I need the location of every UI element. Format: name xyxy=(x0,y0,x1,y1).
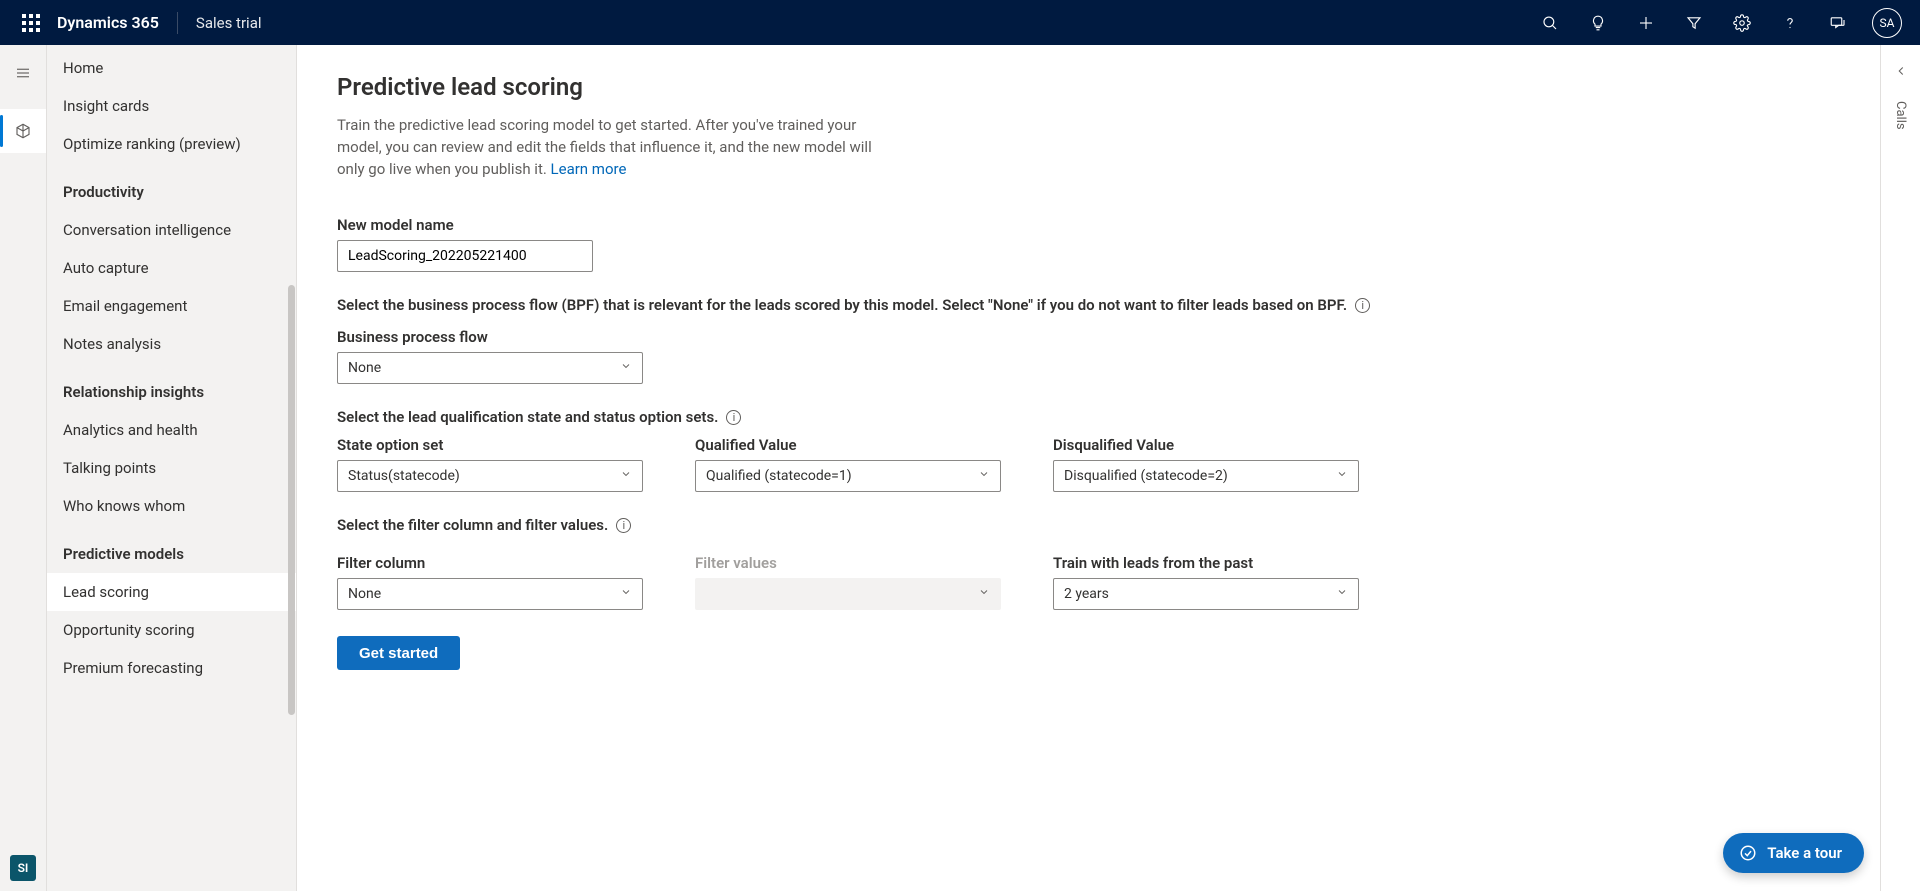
funnel-icon xyxy=(1685,14,1703,32)
help-icon xyxy=(1781,14,1799,32)
train-period-label: Train with leads from the past xyxy=(1053,554,1359,572)
nav-group: Predictive models xyxy=(47,525,296,573)
global-topbar: Dynamics 365 Sales trial SA xyxy=(0,0,1920,45)
new-model-name-input[interactable] xyxy=(337,240,593,272)
train-period-value: 2 years xyxy=(1064,586,1109,602)
bpf-label: Business process flow xyxy=(337,328,1840,346)
info-icon[interactable]: i xyxy=(726,410,741,425)
chevron-down-icon xyxy=(1336,586,1348,602)
checkmark-circle-icon xyxy=(1739,844,1757,862)
rail-menu-button[interactable] xyxy=(0,51,46,95)
app-launcher-button[interactable] xyxy=(8,0,53,45)
right-panel-tab-calls[interactable]: Calls xyxy=(1893,101,1908,130)
sidenav-scrollbar[interactable] xyxy=(288,285,295,715)
take-tour-fab[interactable]: Take a tour xyxy=(1723,833,1864,873)
nav-item[interactable]: Who knows whom xyxy=(47,487,296,525)
search-button[interactable] xyxy=(1526,0,1574,45)
nav-item[interactable]: Analytics and health xyxy=(47,411,296,449)
info-icon[interactable]: i xyxy=(616,518,631,533)
lightbulb-icon xyxy=(1589,14,1607,32)
topbar-divider xyxy=(177,12,178,34)
rail-insights-button[interactable] xyxy=(0,109,46,153)
bpf-select-value: None xyxy=(348,360,381,376)
environment-name[interactable]: Sales trial xyxy=(182,14,262,32)
chat-icon xyxy=(1829,14,1847,32)
qualified-value-label: Qualified Value xyxy=(695,436,1001,454)
chevron-down-icon xyxy=(620,586,632,602)
nav-group: Relationship insights xyxy=(47,363,296,411)
waffle-icon xyxy=(22,14,40,32)
nav-item[interactable]: Premium forecasting xyxy=(47,649,296,687)
avatar-initials: SA xyxy=(1880,16,1895,30)
right-collapsed-panel: Calls xyxy=(1880,45,1920,891)
qualified-value-value: Qualified (statecode=1) xyxy=(706,468,852,484)
filter-values-select xyxy=(695,578,1001,610)
filter-column-select[interactable]: None xyxy=(337,578,643,610)
state-option-value: Status(statecode) xyxy=(348,468,460,484)
page-title: Predictive lead scoring xyxy=(337,73,1840,101)
chevron-down-icon xyxy=(978,468,990,484)
take-tour-label: Take a tour xyxy=(1767,844,1842,862)
hamburger-icon xyxy=(14,64,32,82)
chevron-left-icon xyxy=(1894,64,1908,78)
cube-icon xyxy=(14,122,32,140)
add-button[interactable] xyxy=(1622,0,1670,45)
page-description: Train the predictive lead scoring model … xyxy=(337,115,897,180)
si-badge[interactable]: SI xyxy=(10,855,36,881)
gear-icon xyxy=(1733,14,1751,32)
nav-item[interactable]: Opportunity scoring xyxy=(47,611,296,649)
filter-column-label: Filter column xyxy=(337,554,643,572)
nav-item[interactable]: Auto capture xyxy=(47,249,296,287)
nav-item[interactable]: Insight cards xyxy=(47,87,296,125)
new-model-name-label: New model name xyxy=(337,216,1840,234)
state-instruction: Select the lead qualification state and … xyxy=(337,408,1840,426)
bpf-select[interactable]: None xyxy=(337,352,643,384)
plus-icon xyxy=(1637,14,1655,32)
filter-values-label: Filter values xyxy=(695,554,1001,572)
get-started-button[interactable]: Get started xyxy=(337,636,460,670)
disqualified-value-select[interactable]: Disqualified (statecode=2) xyxy=(1053,460,1359,492)
nav-group: Productivity xyxy=(47,163,296,211)
nav-item[interactable]: Optimize ranking (preview) xyxy=(47,125,296,163)
brand-name[interactable]: Dynamics 365 xyxy=(53,13,173,32)
nav-item[interactable]: Home xyxy=(47,49,296,87)
state-option-label: State option set xyxy=(337,436,643,454)
filter-button[interactable] xyxy=(1670,0,1718,45)
sidebar-nav: HomeInsight cardsOptimize ranking (previ… xyxy=(47,45,297,891)
train-period-select[interactable]: 2 years xyxy=(1053,578,1359,610)
info-icon[interactable]: i xyxy=(1355,298,1370,313)
chat-button[interactable] xyxy=(1814,0,1862,45)
search-icon xyxy=(1541,14,1559,32)
chevron-down-icon xyxy=(620,468,632,484)
chevron-down-icon xyxy=(978,586,990,602)
nav-item[interactable]: Lead scoring xyxy=(47,573,296,611)
nav-item[interactable]: Notes analysis xyxy=(47,325,296,363)
state-option-select[interactable]: Status(statecode) xyxy=(337,460,643,492)
filter-instruction: Select the filter column and filter valu… xyxy=(337,516,1840,534)
nav-item[interactable]: Conversation intelligence xyxy=(47,211,296,249)
filter-column-value: None xyxy=(348,586,381,602)
nav-item[interactable]: Email engagement xyxy=(47,287,296,325)
app-rail: SI xyxy=(0,45,47,891)
qualified-value-select[interactable]: Qualified (statecode=1) xyxy=(695,460,1001,492)
content-area: Predictive lead scoring Train the predic… xyxy=(297,45,1880,891)
assistant-button[interactable] xyxy=(1574,0,1622,45)
expand-panel-button[interactable] xyxy=(1885,55,1917,87)
user-avatar[interactable]: SA xyxy=(1872,8,1902,38)
disqualified-value-value: Disqualified (statecode=2) xyxy=(1064,468,1228,484)
settings-button[interactable] xyxy=(1718,0,1766,45)
chevron-down-icon xyxy=(1336,468,1348,484)
learn-more-link[interactable]: Learn more xyxy=(551,160,627,178)
help-button[interactable] xyxy=(1766,0,1814,45)
nav-item[interactable]: Talking points xyxy=(47,449,296,487)
disqualified-value-label: Disqualified Value xyxy=(1053,436,1359,454)
chevron-down-icon xyxy=(620,360,632,376)
bpf-instruction: Select the business process flow (BPF) t… xyxy=(337,296,1840,314)
